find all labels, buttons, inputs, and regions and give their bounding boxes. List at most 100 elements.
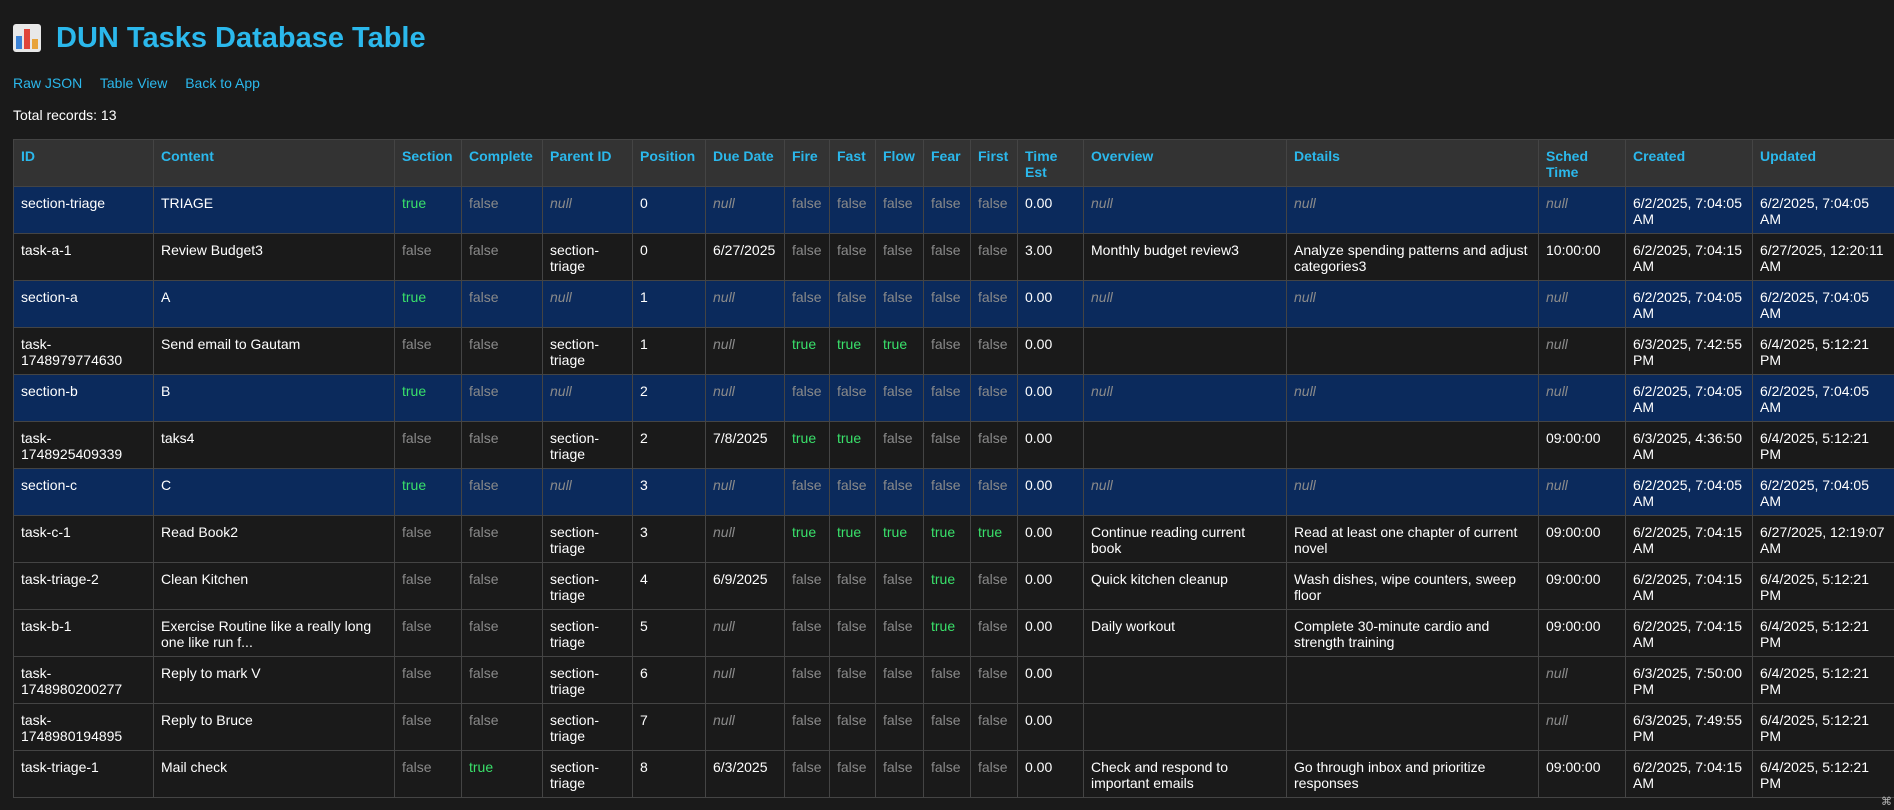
table-cell: 6/2/2025, 7:04:05 AM xyxy=(1625,186,1753,234)
table-row[interactable]: task-1748925409339 taks4 false false section… xyxy=(13,421,1894,469)
table-cell: true xyxy=(875,515,924,563)
table-cell xyxy=(1286,327,1539,375)
column-header: Time Est xyxy=(1017,139,1084,187)
table-cell: true xyxy=(829,421,876,469)
table-cell: true xyxy=(394,374,462,422)
table-cell: task-1748980194895 xyxy=(13,703,154,751)
table-cell: false xyxy=(461,468,543,516)
total-records: Total records: 13 xyxy=(13,107,117,123)
table-cell: Review Budget3 xyxy=(153,233,395,281)
table-cell: section-b xyxy=(13,374,154,422)
table-cell: 6/2/2025, 7:04:15 AM xyxy=(1625,562,1753,610)
table-cell: 6/27/2025, 12:20:11 AM xyxy=(1752,233,1894,281)
table-cell: false xyxy=(923,750,971,798)
table-cell: 6/2/2025, 7:04:05 AM xyxy=(1625,374,1753,422)
table-cell: 6/2/2025, 7:04:15 AM xyxy=(1625,750,1753,798)
column-header: Overview xyxy=(1083,139,1287,187)
table-cell: false xyxy=(461,703,543,751)
table-cell: section-triage xyxy=(542,609,633,657)
table-cell: false xyxy=(970,280,1018,328)
table-cell: false xyxy=(829,374,876,422)
table-cell xyxy=(1286,421,1539,469)
table-cell: false xyxy=(923,703,971,751)
table-cell: Daily workout xyxy=(1083,609,1287,657)
table-cell: task-1748979774630 xyxy=(13,327,154,375)
tasks-table: ID Content Section Complete Parent ID Positio… xyxy=(13,139,1894,798)
column-header: Section xyxy=(394,139,462,187)
table-cell: 0.00 xyxy=(1017,186,1084,234)
table-cell: 0.00 xyxy=(1017,374,1084,422)
table-cell: Monthly budget review3 xyxy=(1083,233,1287,281)
table-cell: 5 xyxy=(632,609,706,657)
table-cell: 6/2/2025, 7:04:15 AM xyxy=(1625,233,1753,281)
table-cell: null xyxy=(1083,186,1287,234)
table-row[interactable]: section-a Atrue false null 1 null false false fa… xyxy=(13,280,1894,328)
column-header: Position xyxy=(632,139,706,187)
table-cell: false xyxy=(394,233,462,281)
table-row[interactable]: task-triage-1 Mail check false true section-… xyxy=(13,750,1894,798)
table-cell: false xyxy=(970,186,1018,234)
table-cell: 3 xyxy=(632,515,706,563)
table-cell: null xyxy=(705,468,785,516)
table-cell: false xyxy=(829,703,876,751)
table-row[interactable]: task-a-1 Review Budget3 false false section-… xyxy=(13,233,1894,281)
table-cell: section-triage xyxy=(542,421,633,469)
table-cell: 6/2/2025, 7:04:05 AM xyxy=(1752,468,1894,516)
table-row[interactable]: task-1748979774630 Send email to Gautam fa… xyxy=(13,327,1894,375)
table-cell: Check and respond to important emails xyxy=(1083,750,1287,798)
table-cell: false xyxy=(461,421,543,469)
table-cell: false xyxy=(875,468,924,516)
table-cell: 6/9/2025 xyxy=(705,562,785,610)
table-cell: 6/2/2025, 7:04:05 AM xyxy=(1752,280,1894,328)
table-cell: false xyxy=(875,233,924,281)
table-cell: 6/4/2025, 5:12:21 PM xyxy=(1752,656,1894,704)
table-cell: false xyxy=(875,609,924,657)
table-cell: 8 xyxy=(632,750,706,798)
table-row[interactable]: task-1748980194895 Reply to Bruce false fal… xyxy=(13,703,1894,751)
table-cell: null xyxy=(1538,703,1626,751)
table-cell: null xyxy=(542,374,633,422)
table-cell: false xyxy=(784,468,830,516)
table-row[interactable]: task-c-1 Read Book2 false false section-tria… xyxy=(13,515,1894,563)
table-cell: Read Book2 xyxy=(153,515,395,563)
table-cell: Reply to Bruce xyxy=(153,703,395,751)
table-cell: section-triage xyxy=(542,515,633,563)
table-cell: false xyxy=(394,327,462,375)
table-cell: section-triage xyxy=(542,750,633,798)
table-cell: false xyxy=(970,750,1018,798)
table-cell: 0.00 xyxy=(1017,515,1084,563)
table-cell: false xyxy=(923,280,971,328)
column-header: Flow xyxy=(875,139,924,187)
table-row[interactable]: task-1748980200277 Reply to mark Vfalse fa… xyxy=(13,656,1894,704)
table-cell: 6/2/2025, 7:04:05 AM xyxy=(1625,280,1753,328)
table-cell: false xyxy=(875,656,924,704)
table-cell: null xyxy=(705,515,785,563)
table-cell: task-c-1 xyxy=(13,515,154,563)
table-row[interactable]: task-b-1 Exercise Routine like a really l… xyxy=(13,609,1894,657)
table-cell: false xyxy=(829,656,876,704)
table-cell: task-b-1 xyxy=(13,609,154,657)
table-cell: 0.00 xyxy=(1017,327,1084,375)
table-row[interactable]: task-triage-2 Clean Kitchen false false sect… xyxy=(13,562,1894,610)
table-row[interactable]: section-c Ctrue false null 3 null false false fa… xyxy=(13,468,1894,516)
table-cell: false xyxy=(970,562,1018,610)
table-cell: false xyxy=(461,186,543,234)
raw-json-link[interactable]: Raw JSON xyxy=(13,75,82,91)
back-to-app-link[interactable]: Back to App xyxy=(185,75,260,91)
table-cell: 0.00 xyxy=(1017,562,1084,610)
table-cell: 6/4/2025, 5:12:21 PM xyxy=(1752,703,1894,751)
table-cell: 6/4/2025, 5:12:21 PM xyxy=(1752,609,1894,657)
table-cell: 1 xyxy=(632,327,706,375)
table-cell: null xyxy=(705,280,785,328)
table-view-link[interactable]: Table View xyxy=(100,75,167,91)
table-cell: 0.00 xyxy=(1017,609,1084,657)
table-cell: false xyxy=(784,656,830,704)
table-cell: 6/2/2025, 7:04:05 AM xyxy=(1752,374,1894,422)
table-cell: Clean Kitchen xyxy=(153,562,395,610)
table-cell: section-triage xyxy=(13,186,154,234)
table-cell: null xyxy=(1083,468,1287,516)
table-row[interactable]: section-triage TRIAGE true false null 0 null fa… xyxy=(13,186,1894,234)
column-header: ID xyxy=(13,139,154,187)
table-cell: null xyxy=(1538,468,1626,516)
table-row[interactable]: section-b Btrue false null 2 null false false fa… xyxy=(13,374,1894,422)
